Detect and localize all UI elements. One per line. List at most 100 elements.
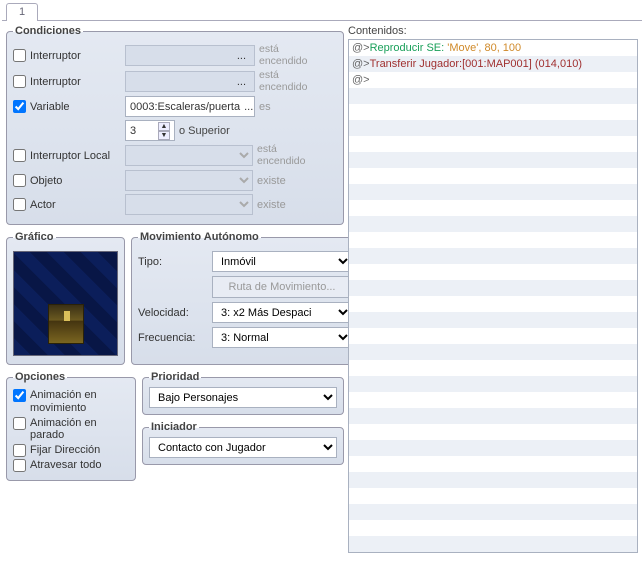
options-group: Opciones Animación en movimiento Animaci… bbox=[6, 371, 136, 481]
command-line[interactable] bbox=[349, 312, 637, 328]
command-line[interactable] bbox=[349, 440, 637, 456]
command-line[interactable] bbox=[349, 504, 637, 520]
movement-freq-select[interactable]: 3: Normal bbox=[212, 327, 352, 348]
variable-value-stepper[interactable]: 3 ▲▼ bbox=[125, 120, 175, 141]
variable-hint: es bbox=[259, 101, 329, 113]
ellipsis-icon[interactable]: ... bbox=[240, 101, 257, 113]
local-switch-select[interactable] bbox=[125, 145, 253, 166]
movement-speed-select[interactable]: 3: x2 Más Despaci bbox=[212, 302, 352, 323]
command-line[interactable] bbox=[349, 472, 637, 488]
switch2-checkbox[interactable] bbox=[13, 75, 26, 88]
command-line[interactable] bbox=[349, 456, 637, 472]
trigger-group: Iniciador Contacto con Jugador bbox=[142, 421, 344, 465]
command-line[interactable] bbox=[349, 168, 637, 184]
through-checkbox[interactable] bbox=[13, 459, 26, 472]
command-line[interactable] bbox=[349, 328, 637, 344]
graphic-legend: Gráfico bbox=[13, 231, 56, 243]
conditions-group: Condiciones Interruptor ... está encendi… bbox=[6, 25, 344, 225]
switch1-label: Interruptor bbox=[30, 50, 81, 62]
item-select[interactable] bbox=[125, 170, 253, 191]
item-label: Objeto bbox=[30, 175, 62, 187]
command-name: Transferir Jugador: bbox=[370, 58, 463, 70]
command-line[interactable] bbox=[349, 536, 637, 552]
switch2-label: Interruptor bbox=[30, 76, 81, 88]
command-line[interactable] bbox=[349, 200, 637, 216]
variable-label: Variable bbox=[30, 101, 70, 113]
command-line[interactable] bbox=[349, 392, 637, 408]
walk-anim-checkbox[interactable] bbox=[13, 389, 26, 402]
command-args: 'Move', 80, 100 bbox=[444, 42, 521, 54]
ellipsis-icon[interactable]: ... bbox=[233, 50, 250, 62]
movement-type-select[interactable]: Inmóvil bbox=[212, 251, 352, 272]
type-label: Tipo: bbox=[138, 256, 208, 268]
prompt-icon: @> bbox=[352, 74, 370, 86]
command-line[interactable] bbox=[349, 360, 637, 376]
speed-label: Velocidad: bbox=[138, 307, 208, 319]
command-line[interactable]: @>Transferir Jugador:[001:MAP001] (014,0… bbox=[349, 56, 637, 72]
step-anim-checkbox[interactable] bbox=[13, 417, 26, 430]
stepper-up-icon[interactable]: ▲ bbox=[158, 122, 170, 131]
command-name: Reproducir SE: bbox=[370, 42, 445, 54]
event-commands-list[interactable]: @>Reproducir SE: 'Move', 80, 100@>Transf… bbox=[348, 39, 638, 553]
command-line[interactable]: @> bbox=[349, 72, 637, 88]
variable-field[interactable]: 0003:Escaleras/puerta ... bbox=[125, 96, 255, 117]
command-line[interactable]: @>Reproducir SE: 'Move', 80, 100 bbox=[349, 40, 637, 56]
step-anim-label: Animación en parado bbox=[30, 417, 129, 442]
command-line[interactable] bbox=[349, 152, 637, 168]
tab-bar: 1 bbox=[2, 2, 642, 21]
command-line[interactable] bbox=[349, 296, 637, 312]
switch2-hint: está encendido bbox=[259, 70, 329, 93]
ellipsis-icon[interactable]: ... bbox=[233, 76, 250, 88]
command-line[interactable] bbox=[349, 344, 637, 360]
chest-icon bbox=[48, 304, 84, 344]
local-switch-hint: está encendido bbox=[257, 144, 327, 167]
priority-group: Prioridad Bajo Personajes bbox=[142, 371, 344, 415]
item-checkbox[interactable] bbox=[13, 174, 26, 187]
command-line[interactable] bbox=[349, 424, 637, 440]
command-line[interactable] bbox=[349, 136, 637, 152]
variable-checkbox[interactable] bbox=[13, 100, 26, 113]
through-label: Atravesar todo bbox=[30, 459, 102, 472]
prompt-icon: @> bbox=[352, 42, 370, 54]
actor-checkbox[interactable] bbox=[13, 198, 26, 211]
command-line[interactable] bbox=[349, 216, 637, 232]
trigger-select[interactable]: Contacto con Jugador bbox=[149, 437, 337, 458]
switch2-field[interactable]: ... bbox=[125, 71, 255, 92]
contents-label: Contenidos: bbox=[348, 25, 638, 37]
movement-route-button[interactable]: Ruta de Movimiento... bbox=[212, 276, 352, 298]
command-line[interactable] bbox=[349, 248, 637, 264]
stepper-down-icon[interactable]: ▼ bbox=[158, 131, 170, 140]
actor-select[interactable] bbox=[125, 194, 253, 215]
command-line[interactable] bbox=[349, 488, 637, 504]
options-legend: Opciones bbox=[13, 371, 67, 383]
command-line[interactable] bbox=[349, 120, 637, 136]
fix-dir-checkbox[interactable] bbox=[13, 444, 26, 457]
command-line[interactable] bbox=[349, 264, 637, 280]
walk-anim-label: Animación en movimiento bbox=[30, 389, 129, 414]
prompt-icon: @> bbox=[352, 58, 370, 70]
trigger-legend: Iniciador bbox=[149, 421, 199, 433]
movement-group: Movimiento Autónomo Tipo: Inmóvil Ruta d… bbox=[131, 231, 359, 365]
priority-select[interactable]: Bajo Personajes bbox=[149, 387, 337, 408]
local-switch-label: Interruptor Local bbox=[30, 150, 110, 162]
item-hint: existe bbox=[257, 175, 327, 187]
priority-legend: Prioridad bbox=[149, 371, 201, 383]
actor-label: Actor bbox=[30, 199, 56, 211]
local-switch-checkbox[interactable] bbox=[13, 149, 26, 162]
graphic-preview[interactable] bbox=[13, 251, 118, 356]
command-line[interactable] bbox=[349, 408, 637, 424]
switch1-checkbox[interactable] bbox=[13, 49, 26, 62]
command-line[interactable] bbox=[349, 520, 637, 536]
command-line[interactable] bbox=[349, 184, 637, 200]
switch1-field[interactable]: ... bbox=[125, 45, 255, 66]
command-line[interactable] bbox=[349, 376, 637, 392]
command-line[interactable] bbox=[349, 232, 637, 248]
switch1-hint: está encendido bbox=[259, 44, 329, 67]
command-line[interactable] bbox=[349, 104, 637, 120]
conditions-legend: Condiciones bbox=[13, 25, 83, 37]
command-line[interactable] bbox=[349, 88, 637, 104]
event-page-tab-1[interactable]: 1 bbox=[6, 3, 38, 21]
command-args: [001:MAP001] (014,010) bbox=[462, 58, 582, 70]
command-line[interactable] bbox=[349, 280, 637, 296]
fix-dir-label: Fijar Dirección bbox=[30, 444, 100, 457]
